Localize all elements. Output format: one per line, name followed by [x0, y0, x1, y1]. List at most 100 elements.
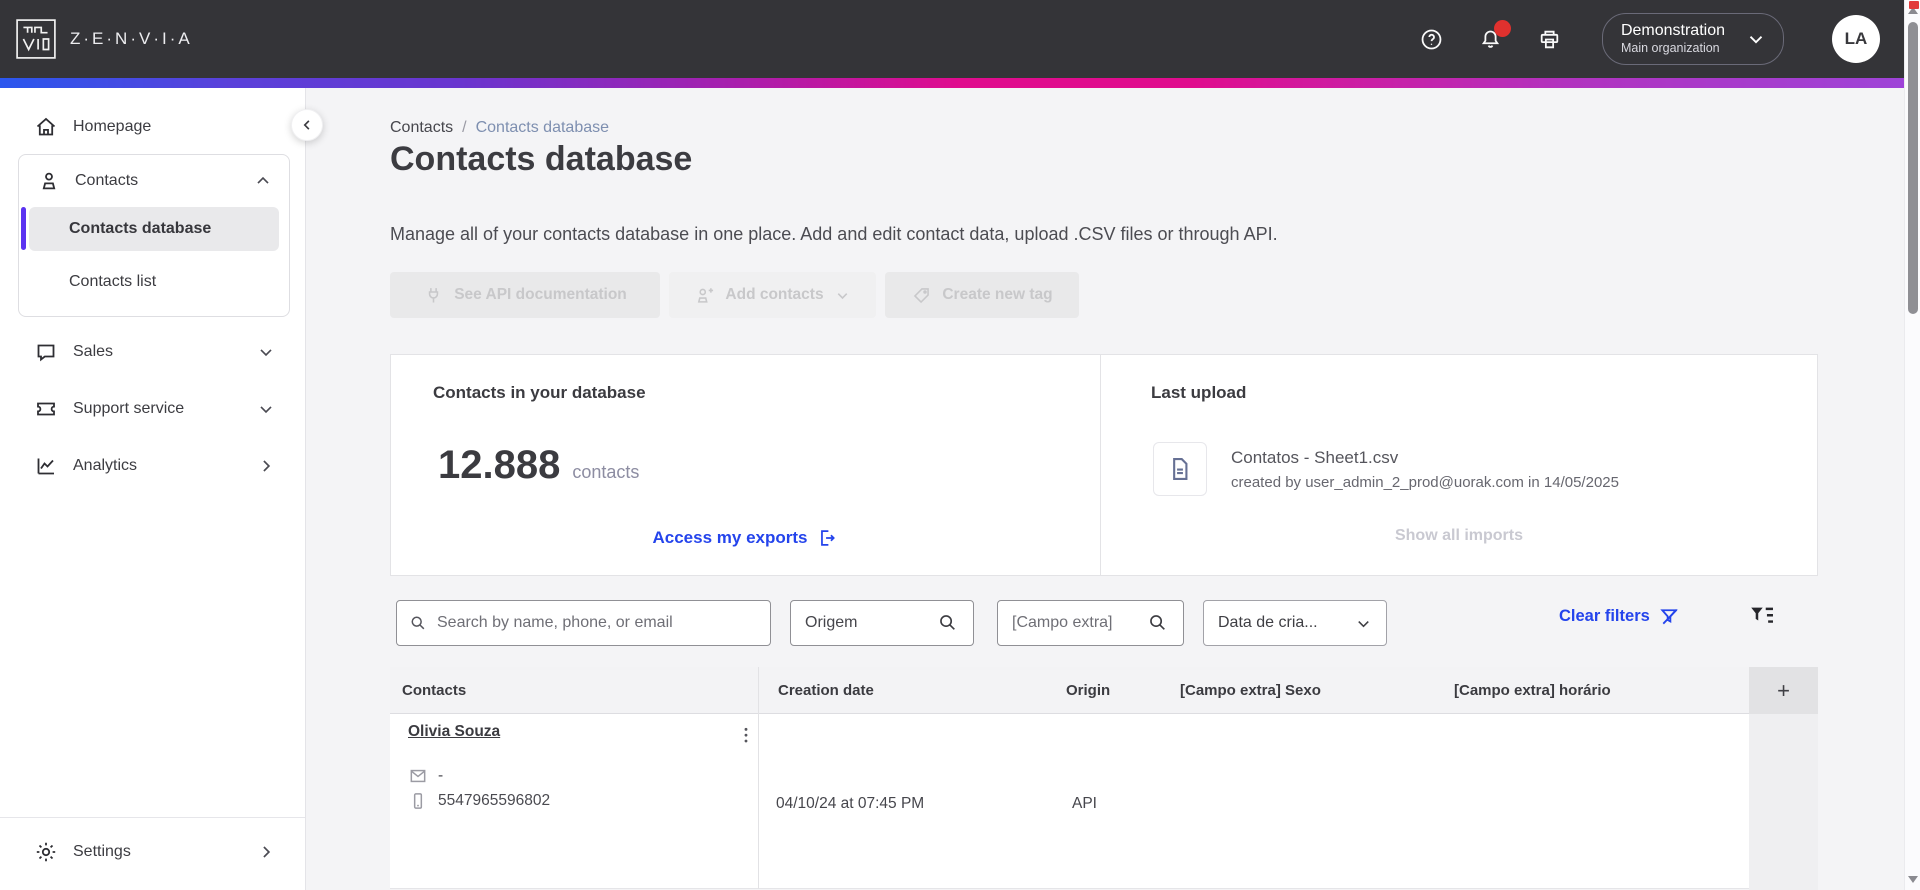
contact-email: -	[408, 766, 443, 786]
sidebar: Homepage Contacts Contacts database Cont…	[0, 88, 306, 890]
sidebar-item-label: Sales	[73, 343, 114, 360]
origem-filter-input[interactable]	[790, 600, 974, 646]
chevron-right-icon	[256, 456, 276, 476]
sidebar-collapse-button[interactable]	[291, 109, 323, 141]
chevron-down-icon	[834, 287, 851, 304]
topbar-right: Demonstration Main organization LA	[1419, 0, 1880, 78]
page-title: Contacts database	[390, 140, 693, 178]
cell-creation-date: 04/10/24 at 07:45 PM	[776, 795, 925, 812]
scrollbar-thumb[interactable]	[1908, 22, 1918, 314]
button-label: Add contacts	[725, 286, 824, 303]
table-row: Olivia Souza - 5547965596802 04/10/24 at…	[390, 714, 1749, 889]
column-header-creation-date[interactable]: Creation date	[778, 667, 874, 714]
scroll-down-arrow[interactable]	[1908, 876, 1918, 883]
search-input[interactable]	[396, 600, 771, 646]
kebab-icon	[736, 724, 756, 748]
breadcrumb-current[interactable]: Contacts database	[476, 119, 609, 137]
sidebar-contacts-group: Contacts Contacts database Contacts list	[18, 154, 290, 317]
sidebar-item-contacts[interactable]: Contacts	[19, 167, 289, 195]
campo-extra-filter-input[interactable]	[997, 600, 1184, 646]
contact-name-link[interactable]: Olivia Souza	[408, 723, 500, 741]
notifications-button[interactable]	[1478, 19, 1511, 52]
phone-value: 5547965596802	[438, 792, 551, 809]
count-value: 12.888	[438, 443, 561, 487]
plug-icon	[423, 285, 444, 306]
org-suborg: Main organization	[1620, 41, 1720, 56]
chat-bubble-icon	[34, 340, 58, 364]
zenvia-logo-icon	[15, 18, 57, 60]
vertical-scrollbar[interactable]	[1904, 0, 1920, 890]
table-header: Contacts Creation date Origin [Campo ext…	[390, 667, 1818, 714]
brand: Z·E·N·V·I·A	[15, 18, 193, 60]
main-content: Contacts / Contacts database Contacts da…	[307, 88, 1920, 890]
link-label: Clear filters	[1559, 607, 1650, 625]
show-all-imports-button[interactable]: Show all imports	[1395, 527, 1523, 545]
sidebar-item-sales[interactable]: Sales	[0, 337, 305, 367]
chevron-down-icon	[1354, 614, 1373, 633]
sidebar-item-label: Contacts database	[69, 220, 212, 237]
sidebar-item-label: Contacts list	[69, 273, 157, 290]
home-icon	[34, 115, 58, 139]
contacts-count-card: Contacts in your database 12.888 contact…	[391, 355, 1101, 575]
breadcrumb-contacts[interactable]: Contacts	[390, 119, 453, 137]
document-icon	[1166, 455, 1194, 483]
create-new-tag-button[interactable]: Create new tag	[885, 272, 1079, 318]
avatar[interactable]: LA	[1832, 15, 1880, 63]
advanced-filter-button[interactable]	[1747, 601, 1776, 630]
add-column-body	[1749, 714, 1818, 890]
card-title: Contacts in your database	[433, 383, 646, 402]
topbar: Z·E·N·V·I·A Demonstration Main organizat…	[0, 0, 1920, 78]
access-my-exports-link[interactable]: Access my exports	[653, 527, 839, 549]
sidebar-item-label: Support service	[73, 400, 185, 417]
sidebar-item-settings[interactable]: Settings	[0, 837, 305, 867]
sidebar-item-label: Contacts	[75, 172, 139, 189]
column-header-contacts[interactable]: Contacts	[402, 667, 466, 714]
column-header-campo-sexo[interactable]: [Campo extra] Sexo	[1180, 667, 1321, 714]
sidebar-item-contacts-database[interactable]: Contacts database	[29, 207, 279, 251]
printer-icon	[1537, 27, 1562, 52]
sidebar-item-contacts-list[interactable]: Contacts list	[19, 267, 289, 297]
ticket-icon	[34, 397, 58, 421]
chevron-down-icon	[256, 342, 276, 362]
sidebar-item-homepage[interactable]: Homepage	[0, 112, 305, 142]
row-menu-button[interactable]	[734, 722, 758, 750]
tag-icon	[911, 285, 932, 306]
chevron-down-icon	[256, 399, 276, 419]
see-api-documentation-button[interactable]: See API documentation	[390, 272, 660, 318]
add-column-button[interactable]: +	[1749, 667, 1818, 714]
help-icon	[1419, 27, 1444, 52]
print-button[interactable]	[1537, 27, 1562, 52]
mobile-icon	[408, 791, 428, 811]
column-header-origin[interactable]: Origin	[1066, 667, 1110, 714]
button-label: Create new tag	[942, 286, 1053, 303]
chevron-up-icon	[253, 171, 273, 191]
column-divider	[758, 667, 759, 889]
funnel-lines-icon	[1747, 601, 1776, 630]
uploaded-file-meta: created by user_admin_2_prod@uorak.com i…	[1231, 474, 1619, 491]
envelope-icon	[408, 766, 428, 786]
org-switcher[interactable]: Demonstration Main organization	[1601, 13, 1784, 65]
sidebar-item-support-service[interactable]: Support service	[0, 394, 305, 424]
clear-filters-link[interactable]: Clear filters	[1559, 605, 1681, 628]
add-contacts-button[interactable]: Add contacts	[669, 272, 876, 318]
summary-cards: Contacts in your database 12.888 contact…	[390, 354, 1818, 576]
gear-icon	[34, 840, 58, 864]
last-upload-card: Last upload Contatos - Sheet1.csv create…	[1101, 355, 1817, 575]
file-box	[1153, 442, 1207, 496]
sidebar-footer: Settings	[0, 817, 305, 867]
funnel-slash-icon	[1658, 605, 1681, 628]
contacts-count: 12.888 contacts	[438, 443, 639, 488]
sidebar-item-label: Homepage	[73, 118, 152, 135]
creation-date-filter-select[interactable]: Data de cria...	[1203, 600, 1387, 646]
help-button[interactable]	[1419, 27, 1444, 52]
breadcrumb-separator: /	[462, 119, 467, 136]
chart-line-icon	[34, 454, 58, 478]
org-name: Demonstration	[1620, 22, 1725, 40]
person-icon	[37, 169, 61, 193]
show-all-row: Show all imports	[1101, 527, 1817, 545]
card-title: Last upload	[1151, 383, 1247, 402]
column-header-campo-horario[interactable]: [Campo extra] horário	[1454, 667, 1611, 714]
sidebar-item-label: Analytics	[73, 457, 138, 474]
sidebar-item-analytics[interactable]: Analytics	[0, 451, 305, 481]
cell-origin: API	[1072, 795, 1097, 812]
